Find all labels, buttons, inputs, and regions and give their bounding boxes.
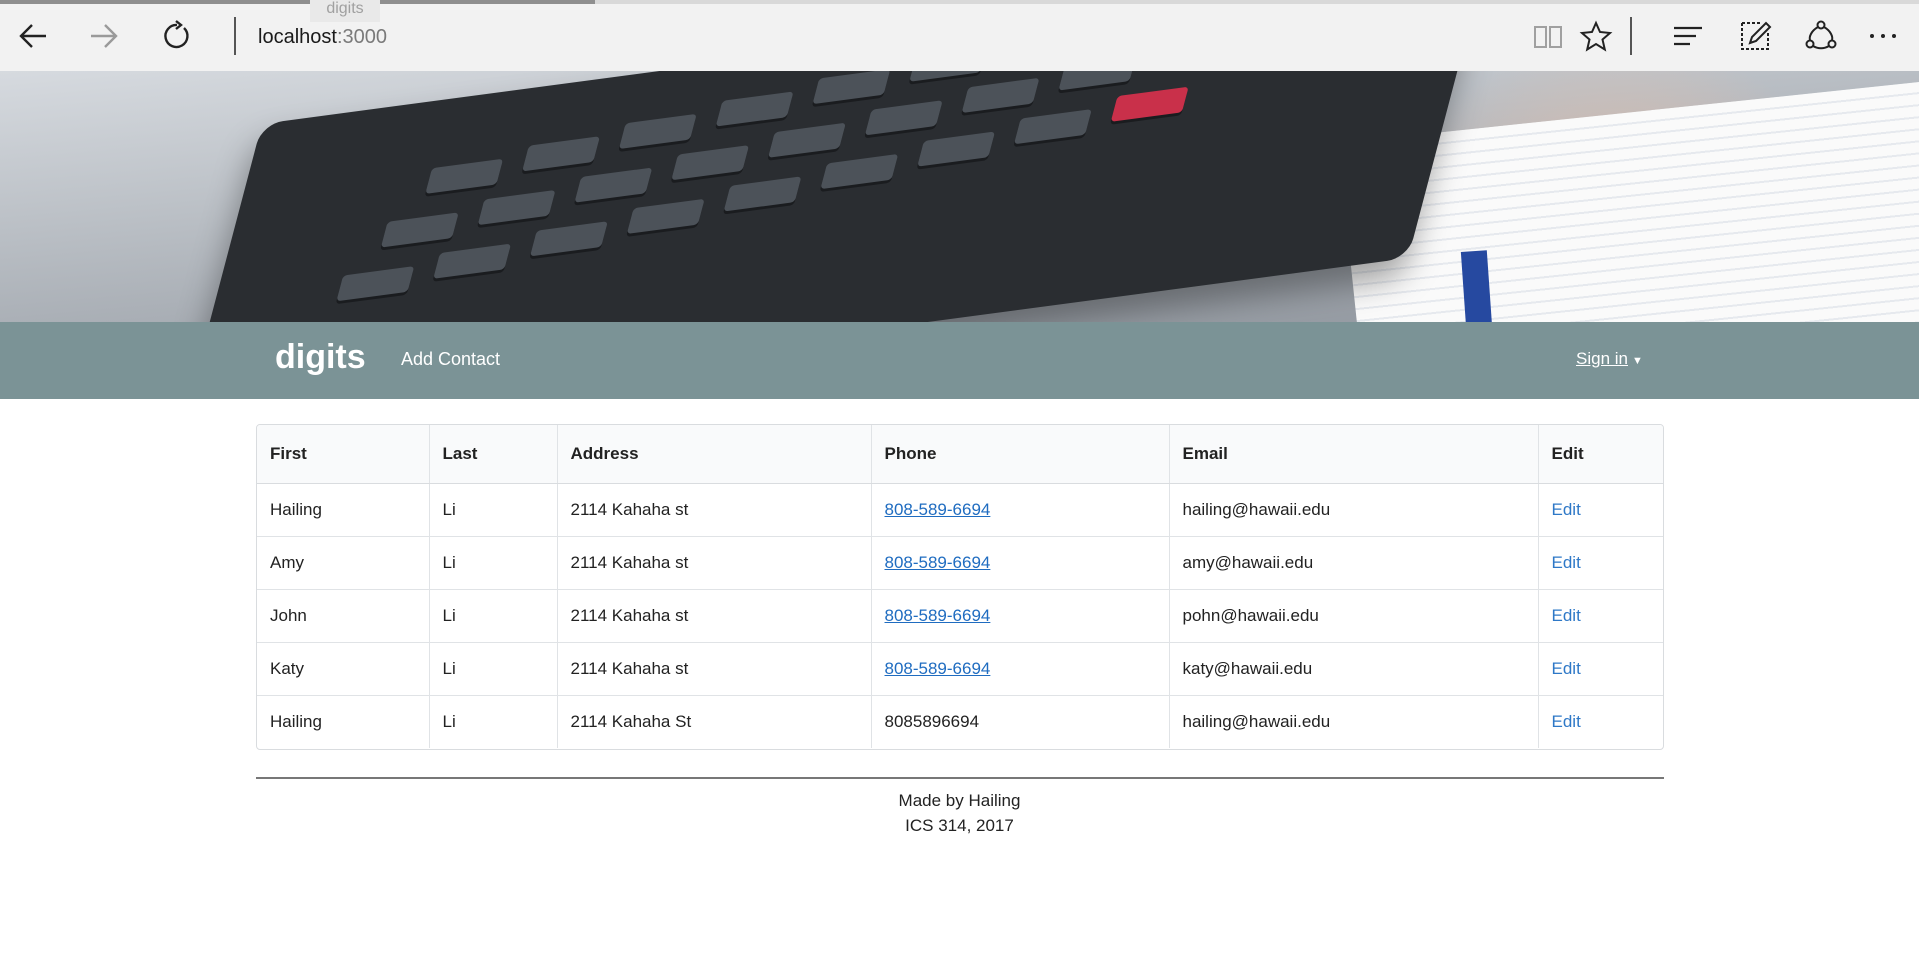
brand-logo[interactable]: digits xyxy=(275,338,366,377)
cell-first: Hailing xyxy=(257,695,430,748)
edit-link[interactable]: Edit xyxy=(1552,553,1581,572)
phone-link[interactable]: 808-589-6694 xyxy=(885,500,991,519)
cell-first: Amy xyxy=(257,536,430,589)
cell-first: John xyxy=(257,589,430,642)
sign-in-dropdown[interactable]: Sign in ▼ xyxy=(1576,349,1643,369)
cell-edit: Edit xyxy=(1538,695,1663,748)
address-port: :3000 xyxy=(336,26,387,48)
page-load-bar xyxy=(0,0,1919,4)
hero-calculator xyxy=(183,71,1487,322)
cell-phone: 808-589-6694 xyxy=(871,589,1170,642)
phone-link[interactable]: 808-589-6694 xyxy=(885,659,991,678)
table-row: Hailing Li 2114 Kahaha St 8085896694 hai… xyxy=(257,695,1663,748)
more-icon[interactable] xyxy=(1863,16,1903,56)
column-header-first: First xyxy=(257,425,430,484)
cell-first: Hailing xyxy=(257,483,430,536)
cell-address: 2114 Kahaha st xyxy=(557,642,872,695)
cell-edit: Edit xyxy=(1538,589,1663,642)
cell-edit: Edit xyxy=(1538,536,1663,589)
table-header-row: First Last Address Phone Email Edit xyxy=(257,425,1663,484)
reading-view-icon[interactable] xyxy=(1528,16,1568,56)
edit-link[interactable]: Edit xyxy=(1552,606,1581,625)
cell-phone: 808-589-6694 xyxy=(871,642,1170,695)
sign-in-label: Sign in xyxy=(1576,349,1628,368)
footer-divider xyxy=(256,777,1664,779)
table-row: John Li 2114 Kahaha st 808-589-6694 pohn… xyxy=(257,589,1663,642)
share-icon[interactable] xyxy=(1801,16,1841,56)
cell-address: 2114 Kahaha st xyxy=(557,483,872,536)
column-header-email: Email xyxy=(1169,425,1539,484)
cell-last: Li xyxy=(429,536,558,589)
table-row: Hailing Li 2114 Kahaha st 808-589-6694 h… xyxy=(257,483,1663,536)
cell-address: 2114 Kahaha St xyxy=(557,695,872,748)
hero-banner-image xyxy=(0,71,1919,322)
cell-phone: 808-589-6694 xyxy=(871,483,1170,536)
cell-address: 2114 Kahaha st xyxy=(557,536,872,589)
browser-toolbar: digits localhost:3000 xyxy=(0,0,1919,72)
address-host: localhost xyxy=(258,26,337,48)
page-load-progress xyxy=(0,0,595,4)
add-contact-link[interactable]: Add Contact xyxy=(401,349,500,370)
phone-link[interactable]: 808-589-6694 xyxy=(885,553,991,572)
phone-link[interactable]: 808-589-6694 xyxy=(885,606,991,625)
hub-icon[interactable] xyxy=(1668,16,1708,56)
footer-credit: Made by Hailing xyxy=(898,791,1021,810)
cell-last: Li xyxy=(429,642,558,695)
column-header-edit: Edit xyxy=(1538,425,1663,484)
cell-email: amy@hawaii.edu xyxy=(1169,536,1539,589)
cell-email: hailing@hawaii.edu xyxy=(1169,695,1539,748)
edit-link[interactable]: Edit xyxy=(1552,659,1581,678)
table-row: Katy Li 2114 Kahaha st 808-589-6694 katy… xyxy=(257,642,1663,695)
table-row: Amy Li 2114 Kahaha st 808-589-6694 amy@h… xyxy=(257,536,1663,589)
web-note-icon[interactable] xyxy=(1735,16,1775,56)
address-bar[interactable]: localhost:3000 xyxy=(258,26,387,49)
address-separator xyxy=(234,17,236,55)
favorite-star-icon[interactable] xyxy=(1576,16,1616,56)
cell-email: pohn@hawaii.edu xyxy=(1169,589,1539,642)
toolbar-separator xyxy=(1630,17,1632,55)
edit-link[interactable]: Edit xyxy=(1552,500,1581,519)
cell-first: Katy xyxy=(257,642,430,695)
cell-last: Li xyxy=(429,483,558,536)
contacts-table: First Last Address Phone Email Edit Hail… xyxy=(256,424,1664,750)
edit-link[interactable]: Edit xyxy=(1552,712,1581,731)
column-header-last: Last xyxy=(429,425,558,484)
cell-phone: 808-589-6694 xyxy=(871,536,1170,589)
cell-email: katy@hawaii.edu xyxy=(1169,642,1539,695)
cell-last: Li xyxy=(429,695,558,748)
cell-phone: 8085896694 xyxy=(871,695,1170,748)
chevron-down-icon: ▼ xyxy=(1631,355,1643,367)
cell-edit: Edit xyxy=(1538,483,1663,536)
column-header-address: Address xyxy=(557,425,872,484)
forward-arrow-icon[interactable] xyxy=(84,16,124,56)
footer-course: ICS 314, 2017 xyxy=(905,816,1014,835)
cell-last: Li xyxy=(429,589,558,642)
tab-title[interactable]: digits xyxy=(310,0,380,22)
column-header-phone: Phone xyxy=(871,425,1170,484)
cell-address: 2114 Kahaha st xyxy=(557,589,872,642)
back-arrow-icon[interactable] xyxy=(13,16,53,56)
cell-email: hailing@hawaii.edu xyxy=(1169,483,1539,536)
refresh-icon[interactable] xyxy=(157,16,197,56)
cell-edit: Edit xyxy=(1538,642,1663,695)
